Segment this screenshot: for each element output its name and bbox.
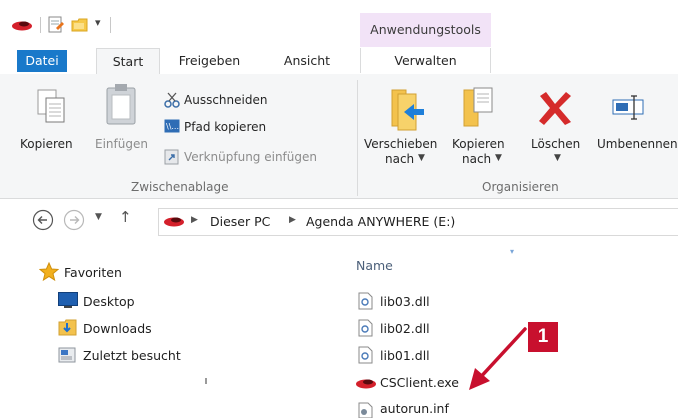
nav-desktop[interactable]: Desktop [83,294,135,309]
copy-to-button-line2[interactable]: nach [462,152,491,166]
contextual-tab-group-header: Anwendungstools [360,13,491,47]
paste-shortcut-button[interactable]: Verknüpfung einfügen [184,150,317,164]
up-icon[interactable]: ↑ [119,208,132,226]
annotation-arrow [469,327,527,390]
dll-file-icon [358,292,373,310]
app-icon [12,21,32,31]
file-lib01[interactable]: lib01.dll [380,348,430,363]
contextual-tab-group-label: Anwendungstools [370,22,481,37]
exe-app-icon [356,379,376,389]
column-header-name[interactable]: Name [356,258,393,273]
group-separator [357,80,358,196]
downloads-icon [58,319,77,336]
tab-file[interactable]: Datei [17,50,67,72]
nav-recent-places[interactable]: Zuletzt besucht [83,348,181,363]
breadcrumb-chevron-icon[interactable]: ▶ [191,215,198,225]
organize-group-label: Organisieren [482,180,559,194]
delete-button[interactable]: Löschen [531,137,580,151]
properties-icon[interactable] [48,16,64,34]
qat-separator-2 [110,17,111,33]
copy-to-icon [463,87,493,127]
file-lib02[interactable]: lib02.dll [380,321,430,336]
move-to-button-line2[interactable]: nach [385,152,414,166]
scroll-indicator [205,378,207,384]
dll-file-icon-2 [358,319,373,337]
tab-start[interactable]: Start [96,48,160,74]
recent-locations-icon[interactable]: ▼ [95,212,102,222]
file-autorun[interactable]: autorun.inf [380,401,449,416]
delete-dropdown-icon: ▼ [554,153,561,163]
back-icon[interactable] [32,209,54,231]
star-icon [39,262,59,282]
clipboard-group-label: Zwischenablage [131,180,229,194]
nav-downloads[interactable]: Downloads [83,321,152,336]
copy-icon [37,89,65,123]
cut-icon [164,92,180,108]
move-to-button[interactable]: Verschieben [364,137,437,151]
breadcrumb-this-pc[interactable]: Dieser PC [210,214,270,229]
desktop-icon [58,292,78,308]
recent-places-icon [58,347,76,363]
svg-text:\\...: \\... [166,122,179,131]
tab-share[interactable]: Freigeben [167,48,252,73]
rename-icon [612,95,644,120]
file-csclient[interactable]: CSClient.exe [380,375,459,390]
copy-to-button[interactable]: Kopieren [452,137,505,151]
copy-path-button[interactable]: Pfad kopieren [184,120,266,134]
ribbon: Kopieren Einfügen Ausschneiden \\... Pfa… [0,74,678,199]
tab-manage[interactable]: Verwalten [360,48,491,73]
paste-icon [106,84,136,125]
tab-view[interactable]: Ansicht [272,48,342,73]
breadcrumb-drive[interactable]: Agenda ANYWHERE (E:) [306,214,455,229]
breadcrumb-chevron-icon-2[interactable]: ▶ [289,215,296,225]
copy-path-icon: \\... [164,119,180,133]
paste-shortcut-icon [164,149,179,165]
forward-icon[interactable] [63,209,85,231]
inf-file-icon [358,402,373,418]
move-to-icon [391,89,424,131]
qat-separator [40,17,41,33]
paste-button[interactable]: Einfügen [95,137,148,151]
file-lib03[interactable]: lib03.dll [380,294,430,309]
move-to-dropdown-icon: ▼ [418,153,425,163]
copy-to-dropdown-icon: ▼ [495,153,502,163]
location-icon [164,217,184,227]
cut-button[interactable]: Ausschneiden [184,93,267,107]
new-folder-icon[interactable] [71,16,89,34]
dll-file-icon-3 [358,346,373,364]
delete-icon [539,92,571,125]
title-bar: ▾ [0,0,678,48]
sort-indicator-icon: ▾ [510,247,515,256]
annotation-badge: 1 [528,322,558,352]
qat-dropdown-icon[interactable]: ▾ [95,16,101,29]
ribbon-tab-row: Start Freigeben Ansicht Verwalten [0,48,678,75]
copy-button[interactable]: Kopieren [20,137,73,151]
nav-favorites[interactable]: Favoriten [64,265,122,280]
rename-button[interactable]: Umbenennen [597,137,678,151]
